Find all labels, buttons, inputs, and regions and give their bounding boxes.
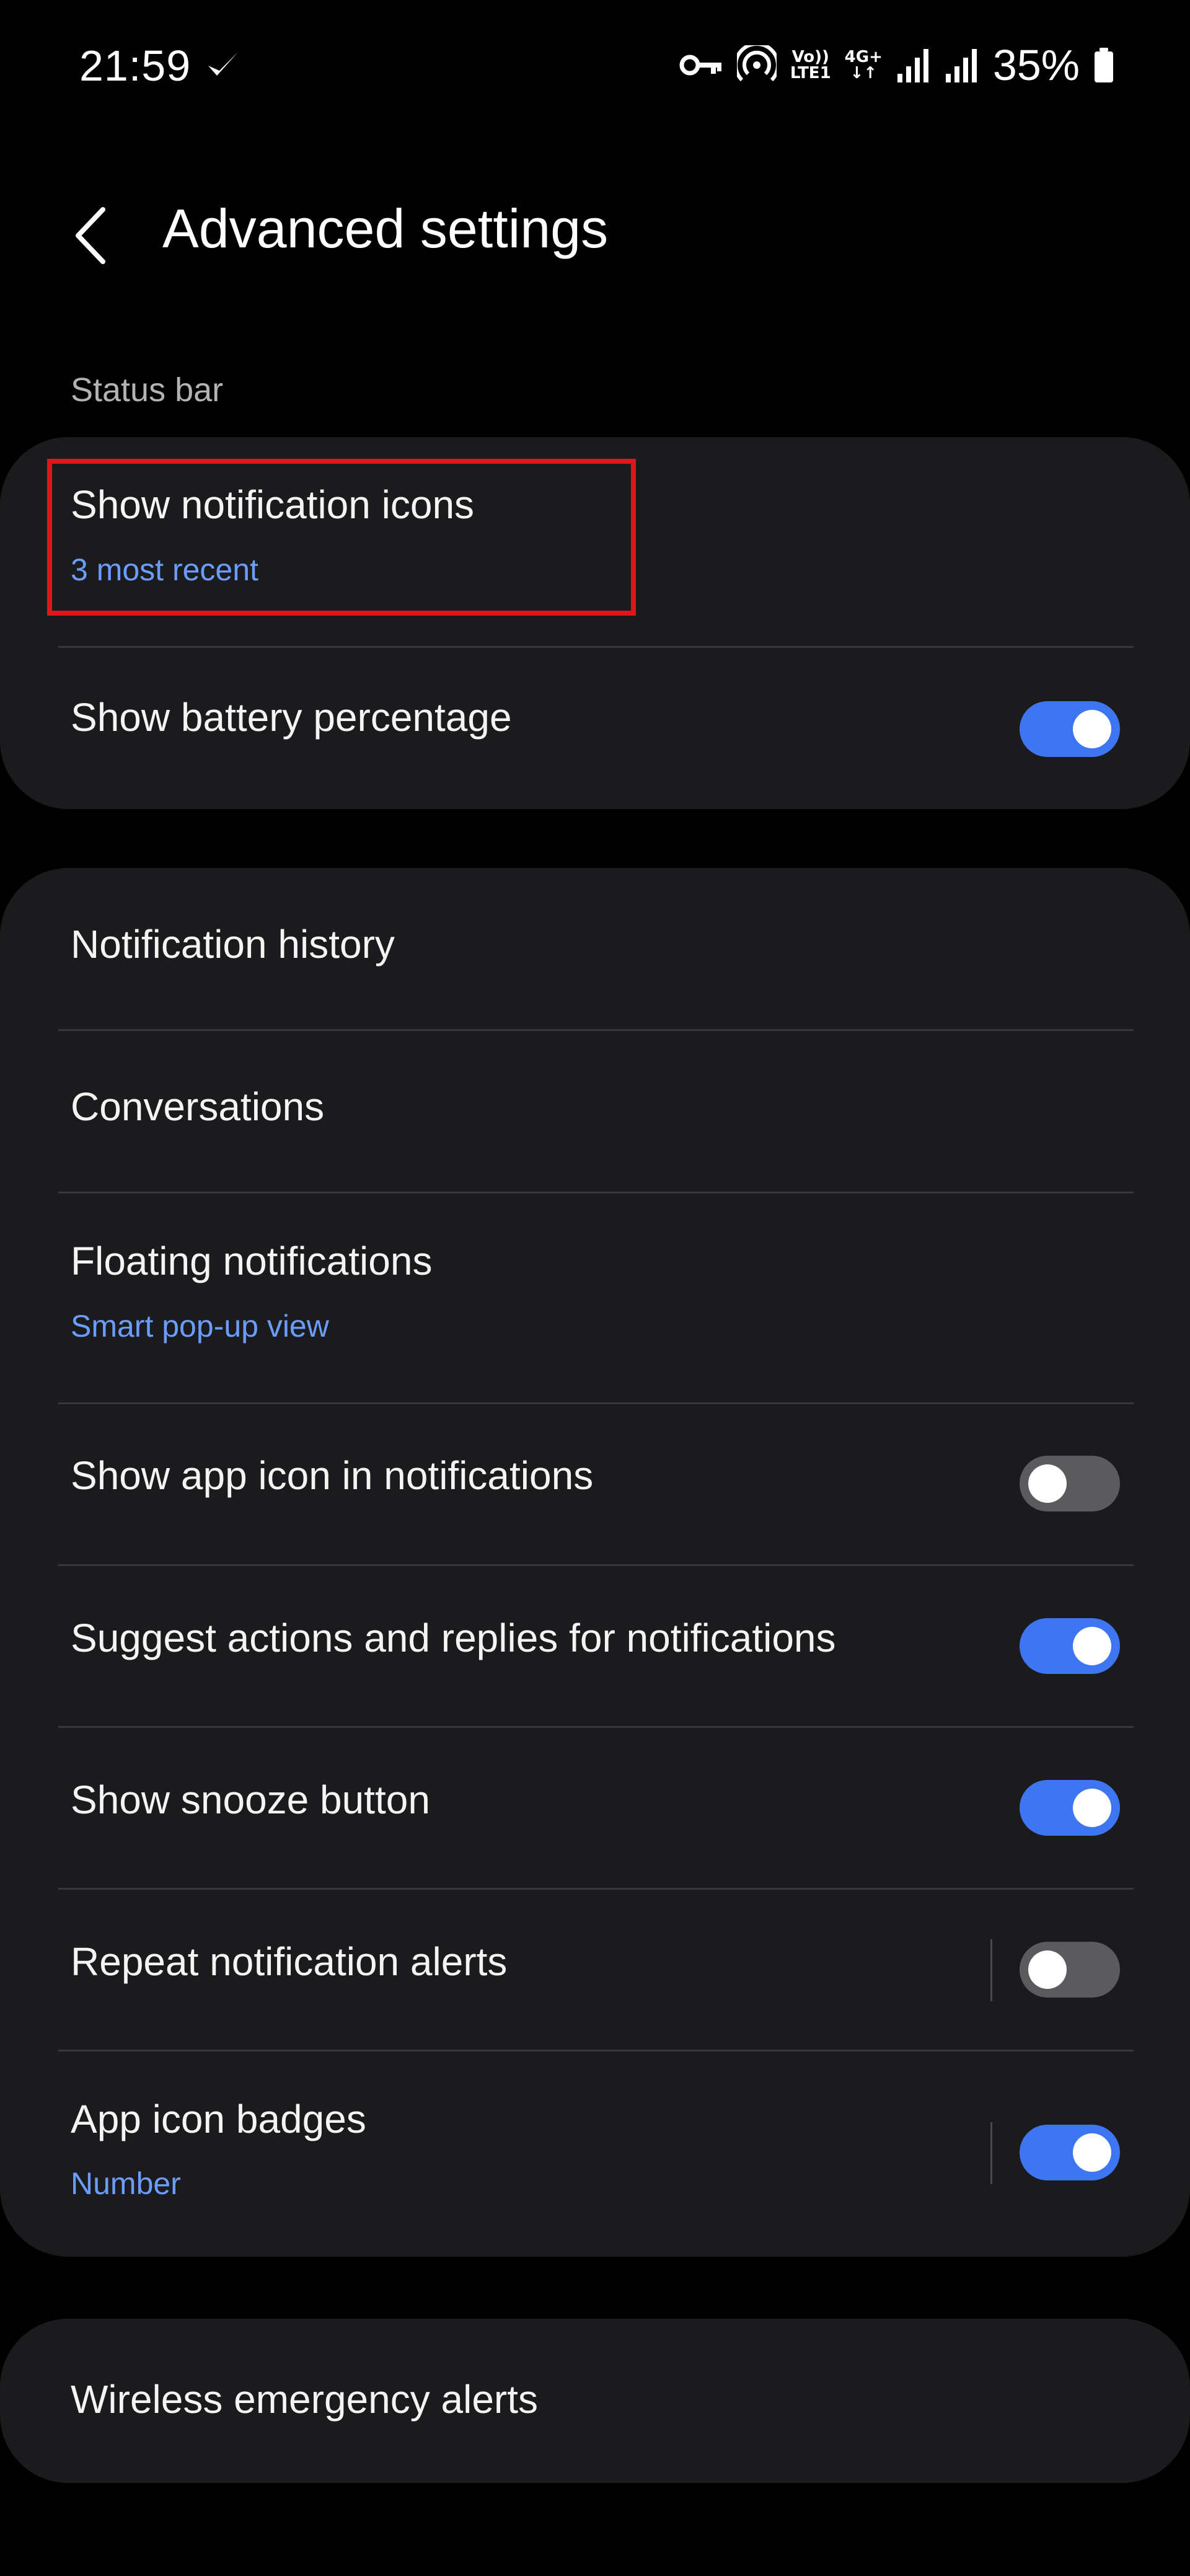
repeat-alerts-toggle[interactable] <box>1020 1942 1120 1998</box>
snooze-button-toggle[interactable] <box>1020 1780 1120 1836</box>
row-title: Wireless emergency alerts <box>71 2377 538 2422</box>
show-app-icon-row[interactable]: Show app icon in notifications <box>0 1404 1190 1565</box>
toggle-knob <box>1073 2133 1111 2172</box>
row-title: Show app icon in notifications <box>71 1453 594 1498</box>
network-type-indicator: 4G+ ↓↑ <box>844 48 883 82</box>
repeat-notification-alerts-row[interactable]: Repeat notification alerts <box>0 1890 1190 2051</box>
vpn-key-icon <box>679 55 721 76</box>
app-icon-toggle[interactable] <box>1020 1456 1120 1512</box>
notification-settings-card: Notification history Conversations Float… <box>0 868 1190 2257</box>
section-label-status-bar: Status bar <box>71 371 224 409</box>
floating-notifications-row[interactable]: Floating notifications Smart pop-up view <box>0 1193 1190 1403</box>
row-subtitle: Number <box>71 2166 181 2201</box>
vertical-separator <box>990 2122 992 2184</box>
battery-percent: 35% <box>992 41 1080 89</box>
battery-percentage-toggle[interactable] <box>1020 701 1120 757</box>
hotspot-icon <box>736 45 777 82</box>
toggle-knob <box>1073 1627 1111 1665</box>
page-title: Advanced settings <box>162 198 609 259</box>
vertical-separator <box>990 1939 992 2001</box>
row-title: App icon badges <box>71 2097 366 2141</box>
row-title: Conversations <box>71 1084 325 1129</box>
toggle-knob <box>1028 1950 1067 1989</box>
row-title: Floating notifications <box>71 1239 433 1283</box>
row-title: Suggest actions and replies for notifica… <box>71 1616 836 1660</box>
app-icon-badges-toggle[interactable] <box>1020 2125 1120 2180</box>
notification-history-row[interactable]: Notification history <box>0 868 1190 1029</box>
row-title: Notification history <box>71 922 395 967</box>
toggle-knob <box>1073 1789 1111 1827</box>
suggest-actions-toggle[interactable] <box>1020 1618 1120 1674</box>
conversations-row[interactable]: Conversations <box>0 1031 1190 1192</box>
row-title: Show snooze button <box>71 1777 430 1822</box>
wireless-emergency-alerts-row[interactable]: Wireless emergency alerts <box>0 2319 1190 2483</box>
status-bar: 21:59 Vo)) LTE1 4G+ ↓↑ 35% <box>0 0 1190 136</box>
suggest-actions-row[interactable]: Suggest actions and replies for notifica… <box>0 1566 1190 1727</box>
show-snooze-button-row[interactable]: Show snooze button <box>0 1728 1190 1889</box>
status-bar-settings-card: Show notification icons 3 most recent Sh… <box>0 437 1190 809</box>
status-time: 21:59 <box>79 42 192 90</box>
app-icon-badges-row[interactable]: App icon badges Number <box>0 2052 1190 2257</box>
back-chevron-icon[interactable] <box>67 205 117 267</box>
toggle-knob <box>1073 710 1111 748</box>
row-title: Repeat notification alerts <box>71 1939 508 1984</box>
signal-icon <box>945 49 977 82</box>
emergency-settings-card: Wireless emergency alerts <box>0 2319 1190 2483</box>
signal-icon <box>897 49 928 82</box>
row-title: Show notification icons <box>71 482 475 527</box>
show-battery-percentage-row[interactable]: Show battery percentage <box>0 648 1190 809</box>
row-subtitle: Smart pop-up view <box>71 1309 329 1343</box>
check-icon <box>208 52 238 76</box>
battery-icon <box>1095 48 1113 82</box>
show-notification-icons-row[interactable]: Show notification icons 3 most recent <box>0 437 1190 645</box>
status-icons: Vo)) LTE1 4G+ ↓↑ 35% <box>679 37 1114 93</box>
toggle-knob <box>1028 1464 1067 1503</box>
volte-indicator: Vo)) LTE1 <box>790 48 831 82</box>
row-subtitle: 3 most recent <box>71 552 258 587</box>
row-title: Show battery percentage <box>71 695 512 740</box>
